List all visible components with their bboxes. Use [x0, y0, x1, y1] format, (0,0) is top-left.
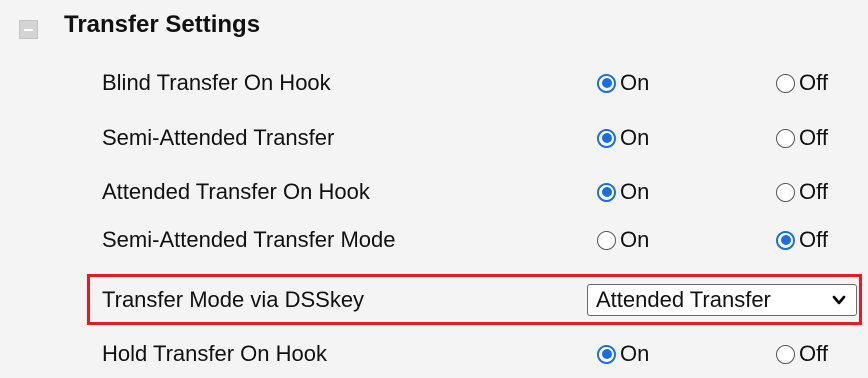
radio-button-on[interactable]: [597, 128, 616, 148]
radio-label-on: On: [620, 227, 650, 252]
radio-option-off[interactable]: Off: [776, 69, 828, 97]
radio-button-off[interactable]: [776, 73, 795, 93]
setting-row-semi-attended-transfer: Semi-Attended Transfer On Off: [0, 116, 868, 160]
setting-label: Transfer Mode via DSSkey: [102, 287, 365, 312]
setting-label: Blind Transfer On Hook: [102, 70, 331, 95]
settings-page: Transfer Settings Blind Transfer On Hook…: [0, 0, 868, 378]
setting-row-blind-transfer-on-hook: Blind Transfer On Hook On Off: [0, 61, 868, 105]
transfer-settings-header[interactable]: Transfer Settings: [0, 0, 868, 46]
radio-button-off[interactable]: [776, 344, 795, 364]
radio-label-on: On: [620, 179, 650, 204]
radio-button-off[interactable]: [776, 182, 795, 202]
radio-button-on[interactable]: [597, 182, 616, 202]
radio-button-on[interactable]: [597, 73, 616, 93]
setting-label: Semi-Attended Transfer: [102, 125, 335, 150]
setting-label: Attended Transfer On Hook: [102, 179, 370, 204]
radio-button-on[interactable]: [597, 230, 616, 250]
radio-option-on[interactable]: On: [597, 69, 649, 97]
radio-option-on[interactable]: On: [597, 124, 649, 152]
collapse-minus-icon[interactable]: [19, 20, 38, 39]
radio-label-off: Off: [799, 125, 828, 150]
radio-label-off: Off: [799, 341, 828, 366]
radio-option-on[interactable]: On: [597, 226, 649, 254]
radio-label-off: Off: [799, 227, 828, 252]
radio-button-off[interactable]: [776, 230, 795, 250]
setting-row-attended-transfer-on-hook: Attended Transfer On Hook On Off: [0, 170, 868, 214]
radio-label-off: Off: [799, 70, 828, 95]
radio-option-off[interactable]: Off: [776, 124, 828, 152]
radio-option-off[interactable]: Off: [776, 340, 828, 368]
radio-label-on: On: [620, 125, 650, 150]
radio-label-off: Off: [799, 179, 828, 204]
select-value: Attended Transfer: [596, 287, 771, 312]
radio-option-off[interactable]: Off: [776, 226, 828, 254]
chevron-down-icon: [832, 295, 846, 305]
radio-option-off[interactable]: Off: [776, 178, 828, 206]
radio-option-on[interactable]: On: [597, 178, 649, 206]
setting-row-hold-transfer-on-hook: Hold Transfer On Hook On Off: [0, 329, 868, 373]
radio-button-off[interactable]: [776, 128, 795, 148]
setting-label: Hold Transfer On Hook: [102, 341, 327, 366]
radio-button-on[interactable]: [597, 344, 616, 364]
radio-option-on[interactable]: On: [597, 340, 649, 368]
radio-label-on: On: [620, 70, 650, 95]
section-title: Transfer Settings: [64, 11, 261, 38]
setting-label: Semi-Attended Transfer Mode: [102, 227, 396, 252]
setting-row-semi-attended-transfer-mode: Semi-Attended Transfer Mode On Off: [0, 218, 868, 262]
transfer-mode-select[interactable]: Attended Transfer: [587, 284, 857, 316]
radio-label-on: On: [620, 341, 650, 366]
